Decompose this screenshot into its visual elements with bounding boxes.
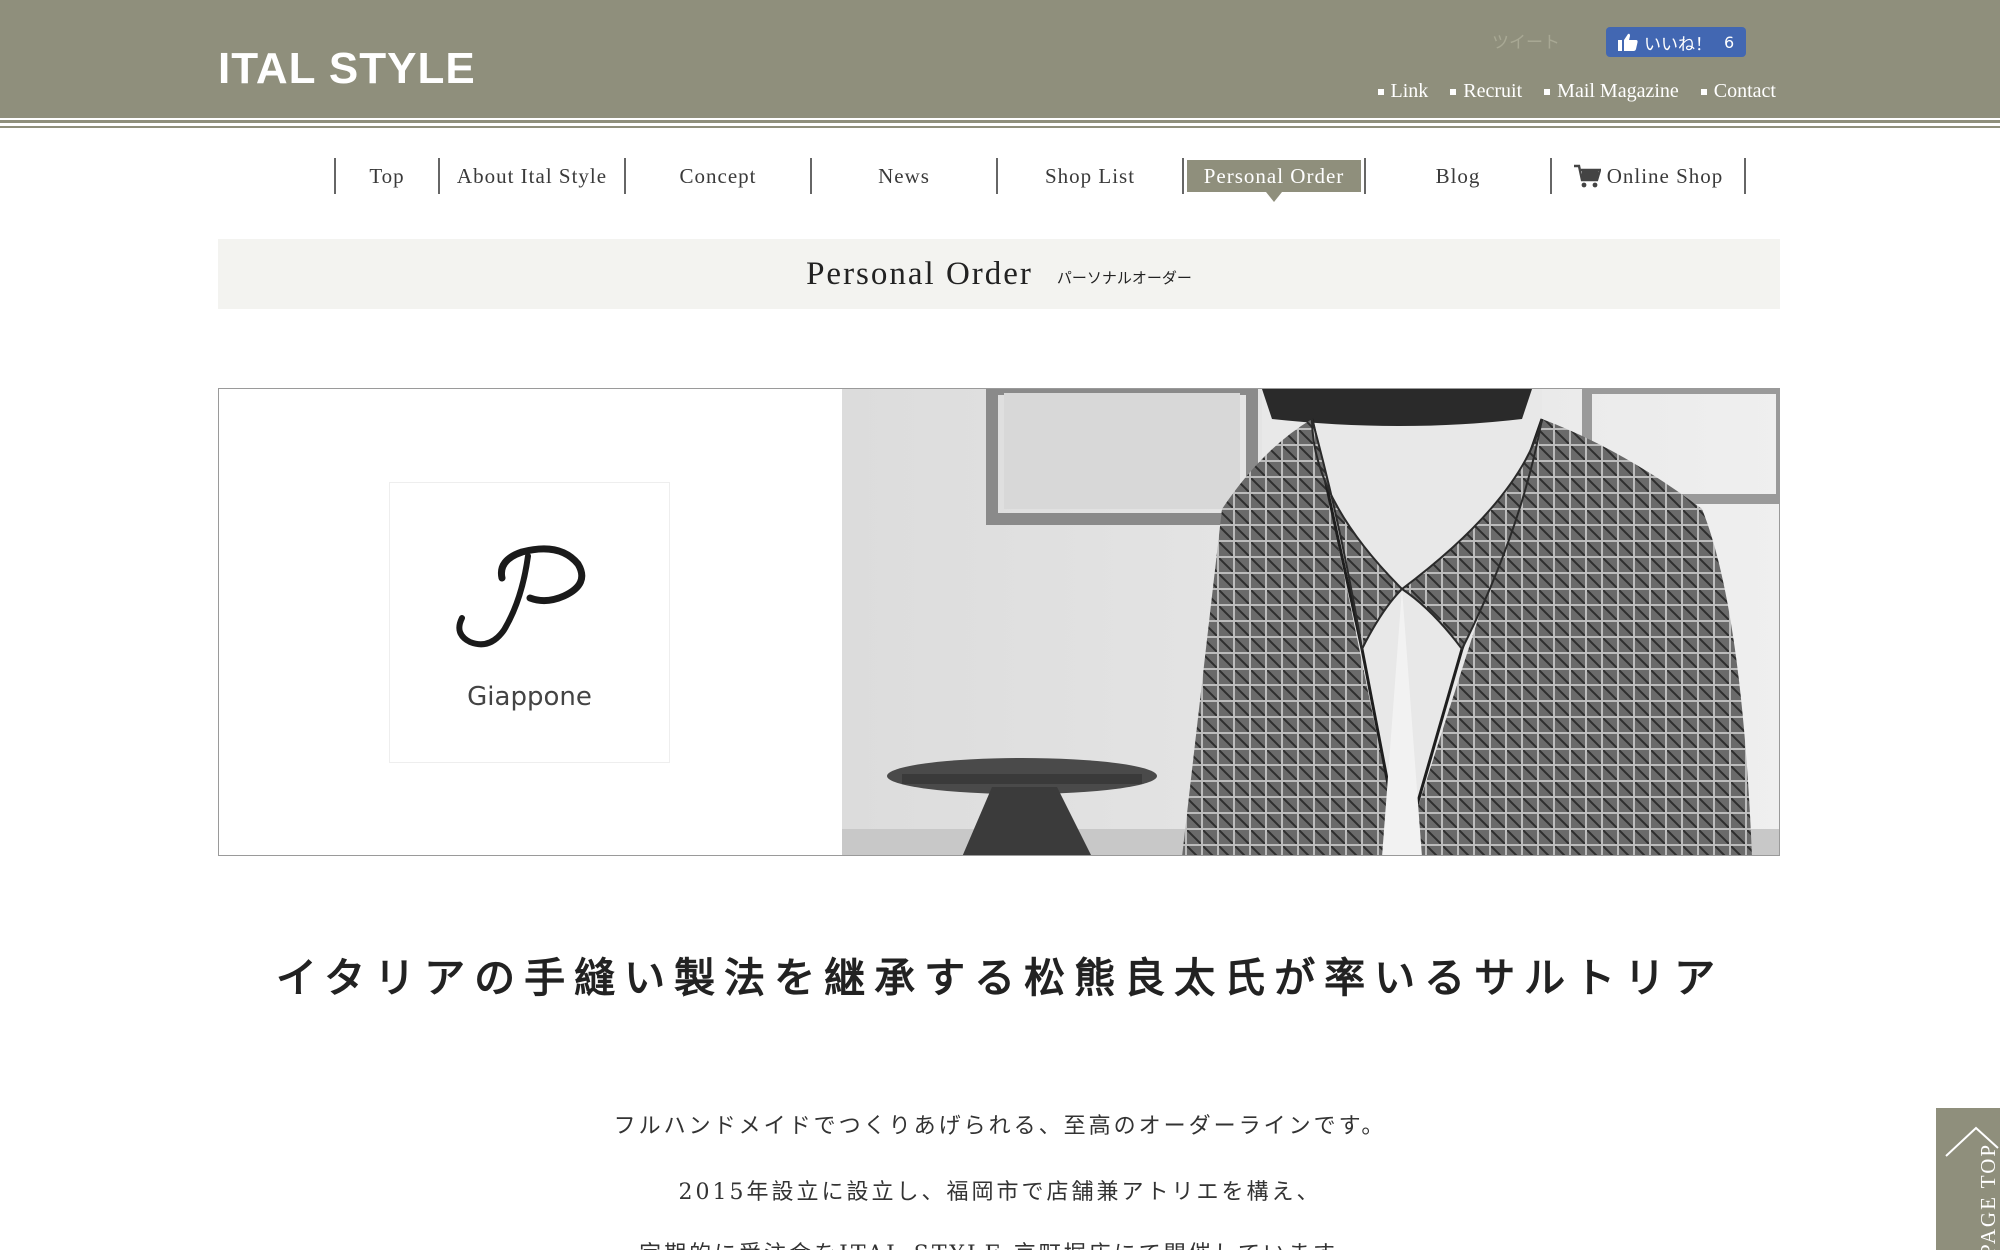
like-count: 6 — [1724, 32, 1735, 52]
intro-paragraph-3: 定期的に受注会をITAL STYLE 京町堀店にて開催しています。 — [0, 1236, 2000, 1250]
page-title: Personal Order — [806, 255, 1033, 292]
util-link-link[interactable]: Link — [1377, 80, 1428, 103]
nav-item-top[interactable]: Top — [336, 156, 438, 196]
facebook-like-button[interactable]: いいね！ 6 — [1606, 27, 1746, 57]
nav-divider — [1182, 158, 1184, 194]
thumbs-up-icon — [1618, 33, 1638, 51]
nav-divider — [1744, 158, 1746, 194]
like-label: いいね！ — [1644, 34, 1712, 55]
hero-banner: Giappone — [218, 388, 1780, 856]
page-top-button[interactable]: PAGE TOP — [1936, 1108, 2000, 1250]
brand-name: Giappone — [467, 682, 592, 712]
util-link-recruit[interactable]: Recruit — [1450, 80, 1522, 103]
online-shop-label: Online Shop — [1606, 163, 1724, 188]
bullet-icon — [1544, 88, 1551, 95]
site-logo[interactable]: ITAL STYLE — [218, 44, 476, 94]
jacket-photo — [842, 389, 1779, 855]
util-link-contact[interactable]: Contact — [1700, 80, 1776, 103]
global-nav: Top About Ital Style Concept News Shop L… — [334, 156, 1746, 202]
site-header: ITAL STYLE ツイート いいね！ 6 Link Recruit Mail… — [0, 0, 2000, 118]
page-subtitle: パーソナルオーダー — [1056, 268, 1192, 287]
nav-item-online-shop[interactable]: Online Shop — [1552, 156, 1744, 196]
bullet-icon — [1700, 88, 1707, 95]
brand-logo-card: Giappone — [389, 482, 670, 763]
nav-item-blog[interactable]: Blog — [1366, 156, 1550, 196]
header-divider — [0, 118, 2000, 130]
nav-item-shop-list[interactable]: Shop List — [998, 156, 1182, 196]
brand-p-logo-icon — [456, 545, 586, 648]
bullet-icon — [1377, 88, 1384, 95]
bullet-icon — [1450, 88, 1457, 95]
nav-item-concept[interactable]: Concept — [626, 156, 810, 196]
page-title-bar: Personal Order パーソナルオーダー — [218, 239, 1780, 309]
cart-icon — [1573, 164, 1601, 188]
tweet-button[interactable]: ツイート — [1492, 28, 1560, 53]
intro-paragraph-2: 2015年設立に設立し、福岡市で店舗兼アトリエを構え、 — [678, 1180, 1322, 1205]
util-link-mail-magazine[interactable]: Mail Magazine — [1544, 80, 1679, 103]
nav-item-about[interactable]: About Ital Style — [440, 156, 624, 196]
nav-item-personal-order[interactable]: Personal Order — [1187, 160, 1361, 202]
nav-item-news[interactable]: News — [812, 156, 996, 196]
utility-nav: Link Recruit Mail Magazine Contact — [1377, 80, 1776, 103]
page-top-label: PAGE TOP — [1976, 1142, 2000, 1250]
catchphrase-heading: イタリアの手縫い製法を継承する松熊良太氏が率いるサルトリア — [275, 954, 1725, 1002]
intro-paragraph-1: フルハンドメイドでつくりあげられる、至高のオーダーラインです。 — [613, 1114, 1387, 1139]
